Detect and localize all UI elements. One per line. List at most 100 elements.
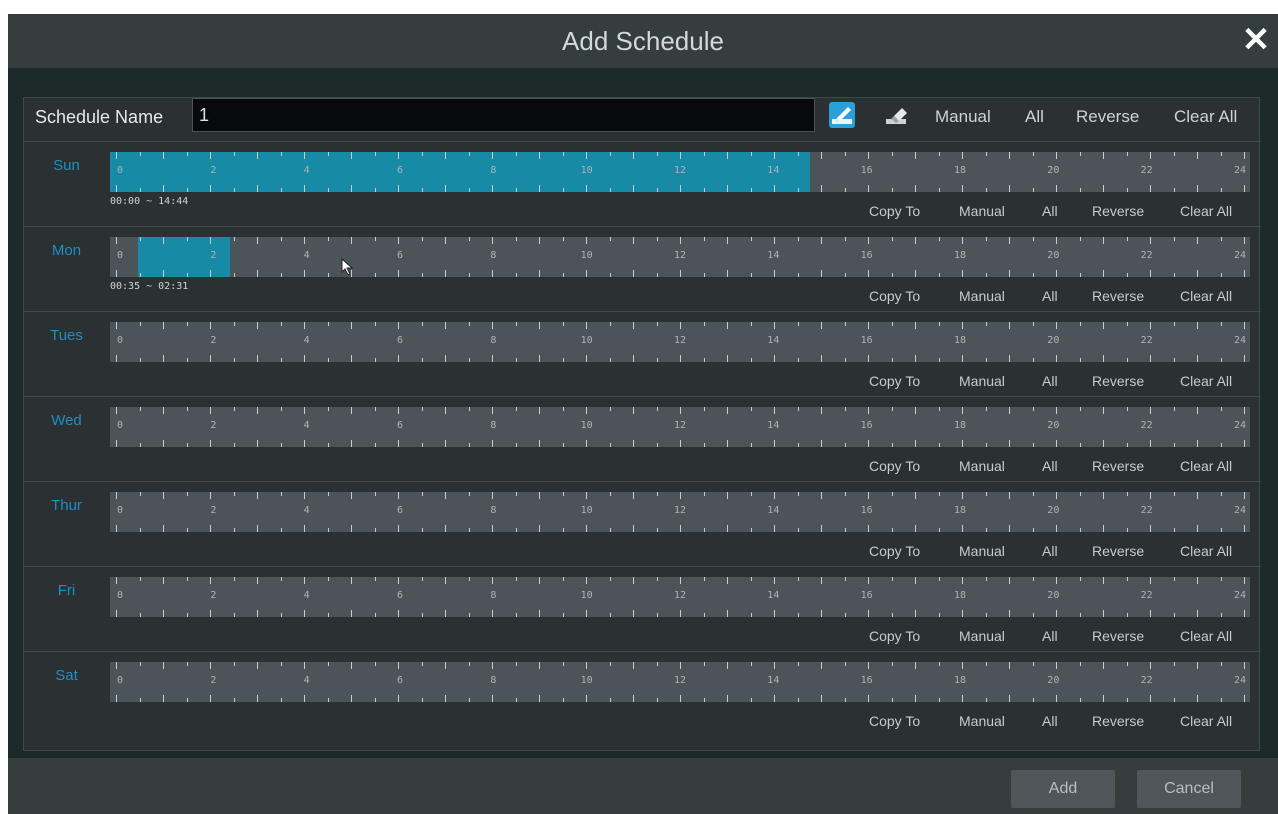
hour-tick: [938, 273, 940, 277]
reverse-link-mon[interactable]: Reverse: [1092, 288, 1144, 304]
hour-tick: [1032, 407, 1034, 411]
clear-all-link-mon[interactable]: Clear All: [1180, 288, 1232, 304]
copy-to-link-wed[interactable]: Copy To: [869, 458, 920, 474]
reverse-link[interactable]: Reverse: [1076, 107, 1139, 127]
hour-tick: [280, 273, 282, 277]
timeline-sat[interactable]: 0 2 4 6 8 10 12 14 16 18 20 22 24: [110, 662, 1250, 702]
copy-to-link-tues[interactable]: Copy To: [869, 373, 920, 389]
copy-to-link-thur[interactable]: Copy To: [869, 543, 920, 559]
hour-tick: [656, 237, 658, 241]
clear-all-link-thur[interactable]: Clear All: [1180, 543, 1232, 559]
hour-tick: [186, 322, 188, 326]
copy-to-link-sun[interactable]: Copy To: [869, 203, 920, 219]
hour-tick: [468, 152, 470, 156]
hour-tick-label: 24: [1233, 250, 1247, 261]
hour-tick: [962, 152, 963, 159]
hour-tick-label: 4: [303, 165, 310, 176]
manual-link-wed[interactable]: Manual: [959, 458, 1005, 474]
hour-tick: [210, 152, 211, 159]
hour-tick: [821, 525, 822, 532]
manual-link-sun[interactable]: Manual: [959, 203, 1005, 219]
timeline-mon[interactable]: 0 2 4 6 8 10 12 14 16 18 20 22 24: [110, 237, 1250, 277]
schedule-name-label: Schedule Name: [35, 107, 164, 127]
day-row-wed: Wed 0 2 4 6 8 10 12 14 16 18 20 22 24 Copy To Manual All…: [24, 396, 1261, 481]
hour-tick: [1126, 662, 1128, 666]
hour-tick: [398, 152, 399, 159]
copy-to-link-sat[interactable]: Copy To: [869, 713, 920, 729]
manual-link-sat[interactable]: Manual: [959, 713, 1005, 729]
hour-tick: [257, 270, 258, 277]
all-link-fri[interactable]: All: [1042, 628, 1058, 644]
hour-tick: [210, 355, 211, 362]
hour-tick: [1173, 528, 1175, 532]
hour-tick: [1150, 492, 1151, 499]
manual-link-tues[interactable]: Manual: [959, 373, 1005, 389]
hour-tick: [774, 440, 775, 447]
day-label-sun[interactable]: Sun: [24, 157, 109, 174]
copy-to-link-fri[interactable]: Copy To: [869, 628, 920, 644]
manual-link-thur[interactable]: Manual: [959, 543, 1005, 559]
day-label-mon[interactable]: Mon: [24, 242, 109, 259]
hour-tick: [1150, 152, 1151, 159]
hour-tick: [351, 407, 352, 414]
all-link-sun[interactable]: All: [1042, 203, 1058, 219]
reverse-link-sun[interactable]: Reverse: [1092, 203, 1144, 219]
hour-tick: [304, 407, 305, 414]
timeline-thur[interactable]: 0 2 4 6 8 10 12 14 16 18 20 22 24: [110, 492, 1250, 532]
clear-all-link[interactable]: Clear All: [1174, 107, 1237, 127]
timeline-fri[interactable]: 0 2 4 6 8 10 12 14 16 18 20 22 24: [110, 577, 1250, 617]
timeline-sun[interactable]: 0 2 4 6 8 10 12 14 16 18 20 22 24: [110, 152, 1250, 192]
hour-tick: [750, 613, 752, 617]
reverse-link-fri[interactable]: Reverse: [1092, 628, 1144, 644]
hour-tick: [398, 407, 399, 414]
manual-link-fri[interactable]: Manual: [959, 628, 1005, 644]
timeline-wed[interactable]: 0 2 4 6 8 10 12 14 16 18 20 22 24: [110, 407, 1250, 447]
reverse-link-tues[interactable]: Reverse: [1092, 373, 1144, 389]
day-label-thur[interactable]: Thur: [24, 497, 109, 514]
hour-tick-label: 0: [116, 675, 124, 686]
cancel-button[interactable]: Cancel: [1137, 770, 1241, 808]
hour-tick: [257, 440, 258, 447]
all-link-tues[interactable]: All: [1042, 373, 1058, 389]
day-row-tues: Tues 0 2 4 6 8 10 12 14 16 18 20 22 24 Copy To Manual Al…: [24, 311, 1261, 396]
hour-tick: [1173, 407, 1175, 411]
all-link-sat[interactable]: All: [1042, 713, 1058, 729]
all-link-thur[interactable]: All: [1042, 543, 1058, 559]
hour-tick: [539, 270, 540, 277]
hour-tick: [868, 695, 869, 702]
reverse-link-wed[interactable]: Reverse: [1092, 458, 1144, 474]
all-link-wed[interactable]: All: [1042, 458, 1058, 474]
clear-all-link-sun[interactable]: Clear All: [1180, 203, 1232, 219]
clear-all-link-fri[interactable]: Clear All: [1180, 628, 1232, 644]
all-link-mon[interactable]: All: [1042, 288, 1058, 304]
all-link[interactable]: All: [1025, 107, 1044, 127]
manual-link[interactable]: Manual: [935, 107, 991, 127]
clear-all-link-sat[interactable]: Clear All: [1180, 713, 1232, 729]
day-label-wed[interactable]: Wed: [24, 412, 109, 429]
hour-tick: [609, 662, 611, 666]
day-label-sat[interactable]: Sat: [24, 667, 109, 684]
timeline-tues[interactable]: 0 2 4 6 8 10 12 14 16 18 20 22 24: [110, 322, 1250, 362]
hour-tick: [1220, 528, 1222, 532]
reverse-link-sat[interactable]: Reverse: [1092, 713, 1144, 729]
clear-all-link-wed[interactable]: Clear All: [1180, 458, 1232, 474]
hour-tick: [351, 185, 352, 192]
hour-tick: [586, 492, 587, 499]
clear-all-link-tues[interactable]: Clear All: [1180, 373, 1232, 389]
add-button[interactable]: Add: [1011, 770, 1115, 808]
hour-tick: [609, 492, 611, 496]
day-label-tues[interactable]: Tues: [24, 327, 109, 344]
reverse-link-thur[interactable]: Reverse: [1092, 543, 1144, 559]
hour-tick: [139, 492, 141, 496]
hour-tick: [186, 273, 188, 277]
eraser-icon[interactable]: [884, 102, 910, 128]
hour-tick: [1197, 237, 1198, 244]
hour-tick: [374, 662, 376, 666]
copy-to-link-mon[interactable]: Copy To: [869, 288, 920, 304]
manual-link-mon[interactable]: Manual: [959, 288, 1005, 304]
hour-tick: [210, 662, 211, 669]
day-label-fri[interactable]: Fri: [24, 582, 109, 599]
pencil-draw-icon[interactable]: [829, 102, 855, 128]
close-icon[interactable]: ✕: [1238, 22, 1274, 58]
schedule-name-input[interactable]: [192, 98, 815, 132]
